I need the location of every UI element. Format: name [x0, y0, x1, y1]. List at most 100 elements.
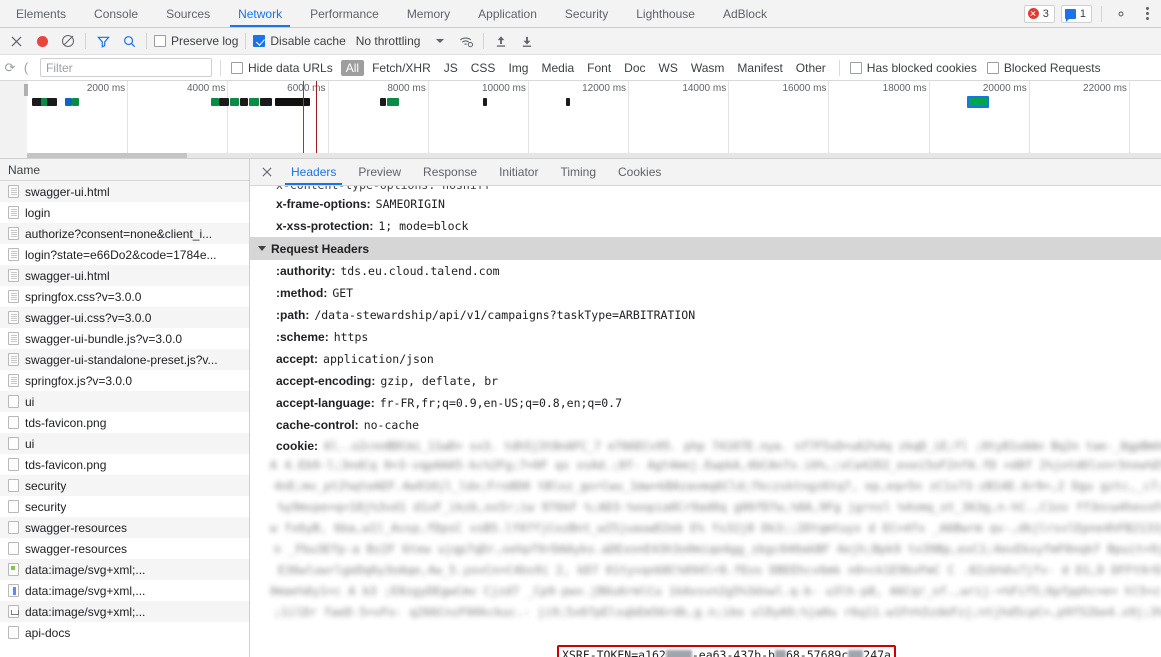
request-row[interactable]: swagger-resources: [0, 538, 249, 559]
request-row[interactable]: ui: [0, 391, 249, 412]
details-tab-timing[interactable]: Timing: [549, 159, 607, 185]
overview-request-bar: [483, 98, 487, 106]
request-row[interactable]: security: [0, 496, 249, 517]
details-tab-headers[interactable]: Headers: [280, 159, 347, 185]
request-row[interactable]: swagger-ui.html: [0, 181, 249, 202]
request-row[interactable]: authorize?consent=none&client_i...: [0, 223, 249, 244]
type-filter-doc[interactable]: Doc: [619, 60, 650, 76]
request-row[interactable]: swagger-ui-bundle.js?v=3.0.0: [0, 328, 249, 349]
overview-request-bar: [275, 98, 310, 106]
type-filter-other[interactable]: Other: [791, 60, 831, 76]
type-filter-css[interactable]: CSS: [466, 60, 501, 76]
devtools-tab-network[interactable]: Network: [224, 0, 296, 27]
details-tab-preview[interactable]: Preview: [347, 159, 412, 185]
network-overview-timeline[interactable]: 2000 ms 4000 ms 6000 ms 8000 ms 10000 ms 1200…: [0, 81, 1161, 159]
timeline-tick-label: 6000 ms: [287, 83, 326, 94]
request-row[interactable]: tds-favicon.png: [0, 412, 249, 433]
type-filter-img[interactable]: Img: [503, 60, 533, 76]
redacted-text: ;1ilDr faeD-5=vFo- q266CnzF00kckuc.- ji9…: [274, 605, 1161, 619]
type-filter-ws[interactable]: WS: [654, 60, 683, 76]
request-row[interactable]: login?state=e66Do2&code=1784e...: [0, 244, 249, 265]
blocked-requests-checkbox[interactable]: Blocked Requests: [985, 61, 1103, 75]
overview-selected-request-bar[interactable]: [967, 96, 989, 108]
type-filter-manifest[interactable]: Manifest: [732, 60, 787, 76]
overview-request-bar: [240, 98, 248, 106]
request-row[interactable]: swagger-ui.html: [0, 265, 249, 286]
details-tab-initiator[interactable]: Initiator: [488, 159, 549, 185]
type-filter-js[interactable]: JS: [439, 60, 463, 76]
overview-scrollbar[interactable]: [27, 153, 1161, 158]
request-name: security: [25, 499, 67, 514]
error-count-badge[interactable]: 3: [1023, 4, 1055, 23]
search-icon[interactable]: [117, 30, 141, 52]
export-har-icon[interactable]: [515, 30, 539, 52]
blocked-requests-label: Blocked Requests: [1003, 60, 1101, 75]
preserve-log-checkbox[interactable]: Preserve log: [152, 34, 240, 48]
request-row[interactable]: data:image/svg+xml,...: [0, 580, 249, 601]
cookie-value-line: ;1ilDr faeD-5=vFo- q266CnzF00kckuc.- ji9…: [250, 603, 1161, 624]
devtools-tab-performance[interactable]: Performance: [296, 0, 393, 27]
message-count-badge[interactable]: 1: [1060, 4, 1092, 23]
type-filter-font[interactable]: Font: [582, 60, 616, 76]
header-value: SAMEORIGIN: [375, 197, 445, 211]
close-icon[interactable]: [254, 159, 280, 185]
details-tab-cookies[interactable]: Cookies: [607, 159, 672, 185]
reload-icon[interactable]: ⟳: [2, 60, 18, 76]
request-headers-section-header[interactable]: Request Headers: [250, 237, 1161, 260]
devtools-tab-elements[interactable]: Elements: [2, 0, 80, 27]
request-row[interactable]: security: [0, 475, 249, 496]
filter-input[interactable]: [40, 58, 212, 77]
blank-file-icon: [8, 626, 19, 639]
type-filter-media[interactable]: Media: [536, 60, 579, 76]
request-row[interactable]: swagger-resources: [0, 517, 249, 538]
request-row[interactable]: data:image/svg+xml;...: [0, 601, 249, 622]
request-row[interactable]: swagger-ui.css?v=3.0.0: [0, 307, 249, 328]
devtools-tab-application[interactable]: Application: [464, 0, 551, 27]
type-filter-fetch-xhr[interactable]: Fetch/XHR: [367, 60, 436, 76]
request-row[interactable]: data:image/svg+xml;...: [0, 559, 249, 580]
request-row[interactable]: swagger-ui-standalone-preset.js?v...: [0, 349, 249, 370]
wifi-settings-icon[interactable]: [454, 30, 478, 52]
request-row[interactable]: ui: [0, 433, 249, 454]
request-row[interactable]: springfox.js?v=3.0.0: [0, 370, 249, 391]
request-row[interactable]: tds-favicon.png: [0, 454, 249, 475]
devtools-tab-adblock[interactable]: AdBlock: [709, 0, 781, 27]
network-filter-bar: ⟳ ( Hide data URLs AllFetch/XHRJSCSSImgM…: [0, 55, 1161, 81]
devtools-tab-sources[interactable]: Sources: [152, 0, 224, 27]
headers-panel[interactable]: x-content-type-options: nosniff x-frame-…: [250, 186, 1161, 657]
gear-icon[interactable]: [1111, 4, 1131, 24]
filter-funnel-icon[interactable]: [91, 30, 115, 52]
timeline-tick: 22000 ms: [1083, 81, 1130, 158]
devtools-tab-security[interactable]: Security: [551, 0, 622, 27]
clear-icon[interactable]: [56, 30, 80, 52]
has-blocked-cookies-checkbox[interactable]: Has blocked cookies: [848, 61, 979, 75]
type-filter-wasm[interactable]: Wasm: [686, 60, 730, 76]
document-icon: [8, 290, 19, 303]
chevron-down-icon[interactable]: [436, 39, 445, 43]
header-name: x-xss-protection:: [276, 219, 374, 233]
cookie-value-line: 4nE;mv_pt2%qteAEF.4w910jl_ldx;Fro8D0 tBl…: [250, 477, 1161, 498]
request-name: springfox.css?v=3.0.0: [25, 289, 142, 304]
request-header-row: accept: application/json: [250, 348, 1161, 370]
devtools-tab-lighthouse[interactable]: Lighthouse: [622, 0, 709, 27]
hide-data-urls-checkbox[interactable]: Hide data URLs: [229, 61, 335, 75]
details-tab-response[interactable]: Response: [412, 159, 488, 185]
has-blocked-cookies-label: Has blocked cookies: [866, 60, 977, 75]
record-icon[interactable]: [30, 30, 54, 52]
redacted-text: E36wluwrlgeDq6y3oAqe,4w_5.yovCn=C4bs9i 2…: [278, 563, 1161, 577]
message-count-label: 1: [1079, 7, 1086, 20]
request-row[interactable]: login: [0, 202, 249, 223]
close-icon[interactable]: [4, 30, 28, 52]
error-icon: [1027, 8, 1039, 19]
throttling-select[interactable]: No throttling: [350, 34, 421, 48]
disable-cache-checkbox[interactable]: Disable cache: [251, 34, 347, 48]
request-row[interactable]: springfox.css?v=3.0.0: [0, 286, 249, 307]
kebab-menu-icon[interactable]: [1137, 4, 1157, 24]
type-filter-all[interactable]: All: [340, 59, 365, 76]
column-header-name: Name: [8, 162, 41, 177]
request-row[interactable]: api-docs: [0, 622, 249, 643]
devtools-tab-memory[interactable]: Memory: [393, 0, 464, 27]
import-har-icon[interactable]: [489, 30, 513, 52]
devtools-tab-console[interactable]: Console: [80, 0, 152, 27]
xsrf-token-mid2: 68-57689c: [785, 648, 849, 657]
